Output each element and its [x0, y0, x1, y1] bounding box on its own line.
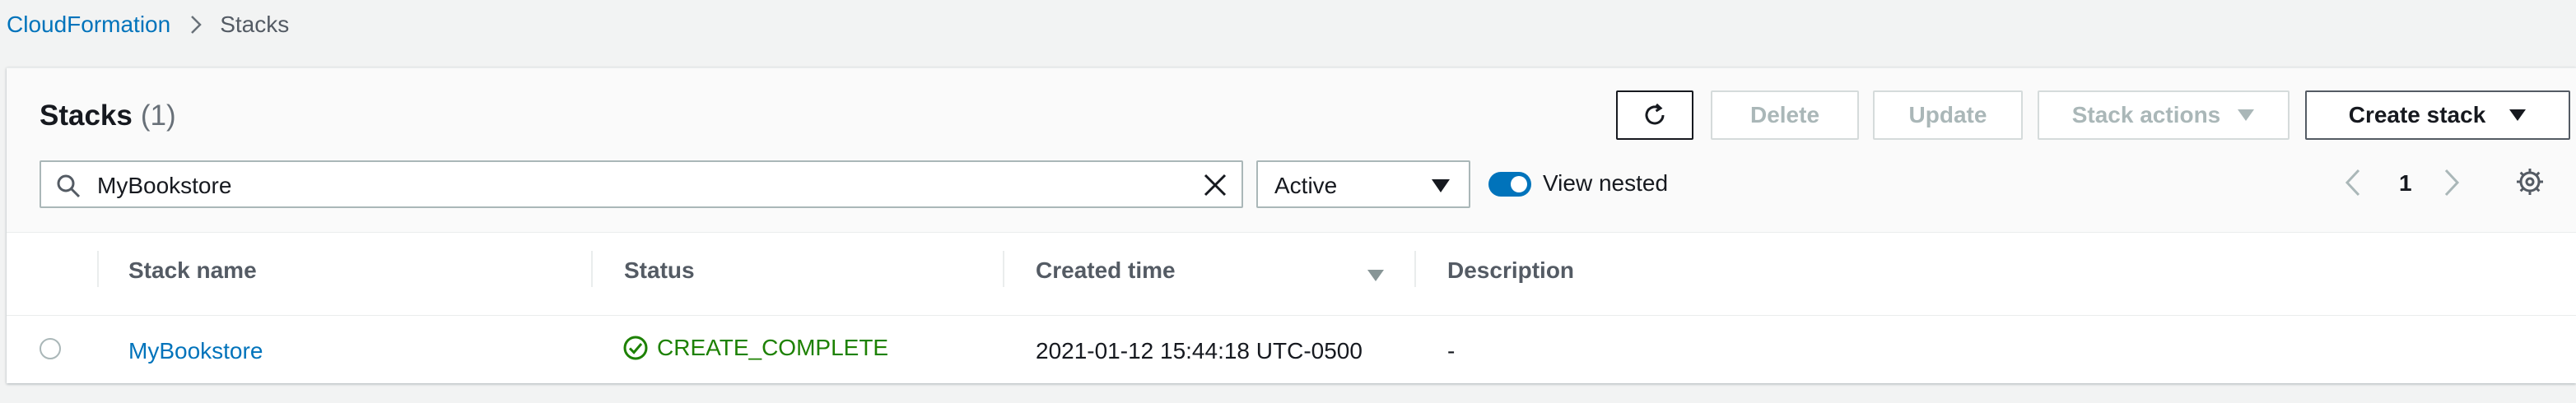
chevron-right-icon [190, 15, 202, 35]
search-input[interactable]: MyBookstore [40, 160, 1243, 208]
created-time: 2021-01-12 15:44:18 UTC-0500 [1036, 338, 1363, 364]
caret-down-icon [2238, 109, 2255, 121]
panel-title-text: Stacks [40, 100, 133, 132]
view-nested-toggle[interactable] [1488, 172, 1531, 197]
column-divider [1414, 251, 1416, 287]
column-header-status[interactable]: Status [624, 257, 695, 284]
status-filter-value: Active [1274, 173, 1338, 198]
panel-header: Stacks (1) Delete Update Stack actions C… [7, 68, 2576, 233]
status-badge: CREATE_COMPLETE [622, 335, 888, 361]
search-icon [56, 174, 81, 202]
row-select-radio[interactable] [40, 338, 61, 359]
stack-count: (1) [140, 100, 176, 132]
breadcrumb-cloudformation-link[interactable]: CloudFormation [7, 12, 170, 38]
stacks-panel: Stacks (1) Delete Update Stack actions C… [7, 67, 2576, 383]
delete-button[interactable]: Delete [1711, 90, 1859, 140]
sort-icon[interactable] [1367, 269, 1385, 286]
column-header-created-time[interactable]: Created time [1036, 257, 1176, 284]
angle-left-icon[interactable] [2345, 169, 2361, 201]
stack-actions-label: Stack actions [2071, 102, 2221, 127]
column-divider [591, 251, 593, 287]
refresh-icon [1645, 103, 1665, 125]
column-header-description[interactable]: Description [1447, 257, 1574, 284]
status-text: CREATE_COMPLETE [657, 335, 889, 360]
view-nested-label: View nested [1543, 170, 1669, 196]
column-header-stack-name[interactable]: Stack name [128, 257, 257, 284]
status-ok-icon [623, 336, 648, 360]
create-stack-button[interactable]: Create stack [2305, 90, 2570, 140]
breadcrumb: CloudFormation Stacks [7, 8, 289, 41]
breadcrumb-current: Stacks [220, 12, 290, 37]
row-divider [7, 315, 2576, 316]
clear-icon[interactable] [1202, 172, 1228, 202]
stack-actions-button[interactable]: Stack actions [2038, 90, 2290, 140]
create-stack-label: Create stack [2348, 102, 2486, 127]
column-divider [97, 251, 99, 287]
stack-name-link[interactable]: MyBookstore [128, 338, 263, 364]
panel-title: Stacks (1) [40, 100, 176, 132]
toggle-knob [1511, 176, 1527, 192]
status-filter-select[interactable]: Active [1256, 160, 1470, 208]
description: - [1447, 338, 1456, 364]
caret-down-icon [1431, 178, 1451, 197]
angle-right-icon[interactable] [2443, 169, 2460, 201]
update-button[interactable]: Update [1873, 90, 2023, 140]
caret-down-icon [2509, 109, 2527, 121]
gear-icon[interactable] [2515, 167, 2545, 201]
search-value[interactable]: MyBookstore [97, 173, 231, 199]
page-number[interactable]: 1 [2399, 170, 2412, 197]
column-divider [1003, 251, 1004, 287]
refresh-button[interactable] [1616, 90, 1693, 140]
